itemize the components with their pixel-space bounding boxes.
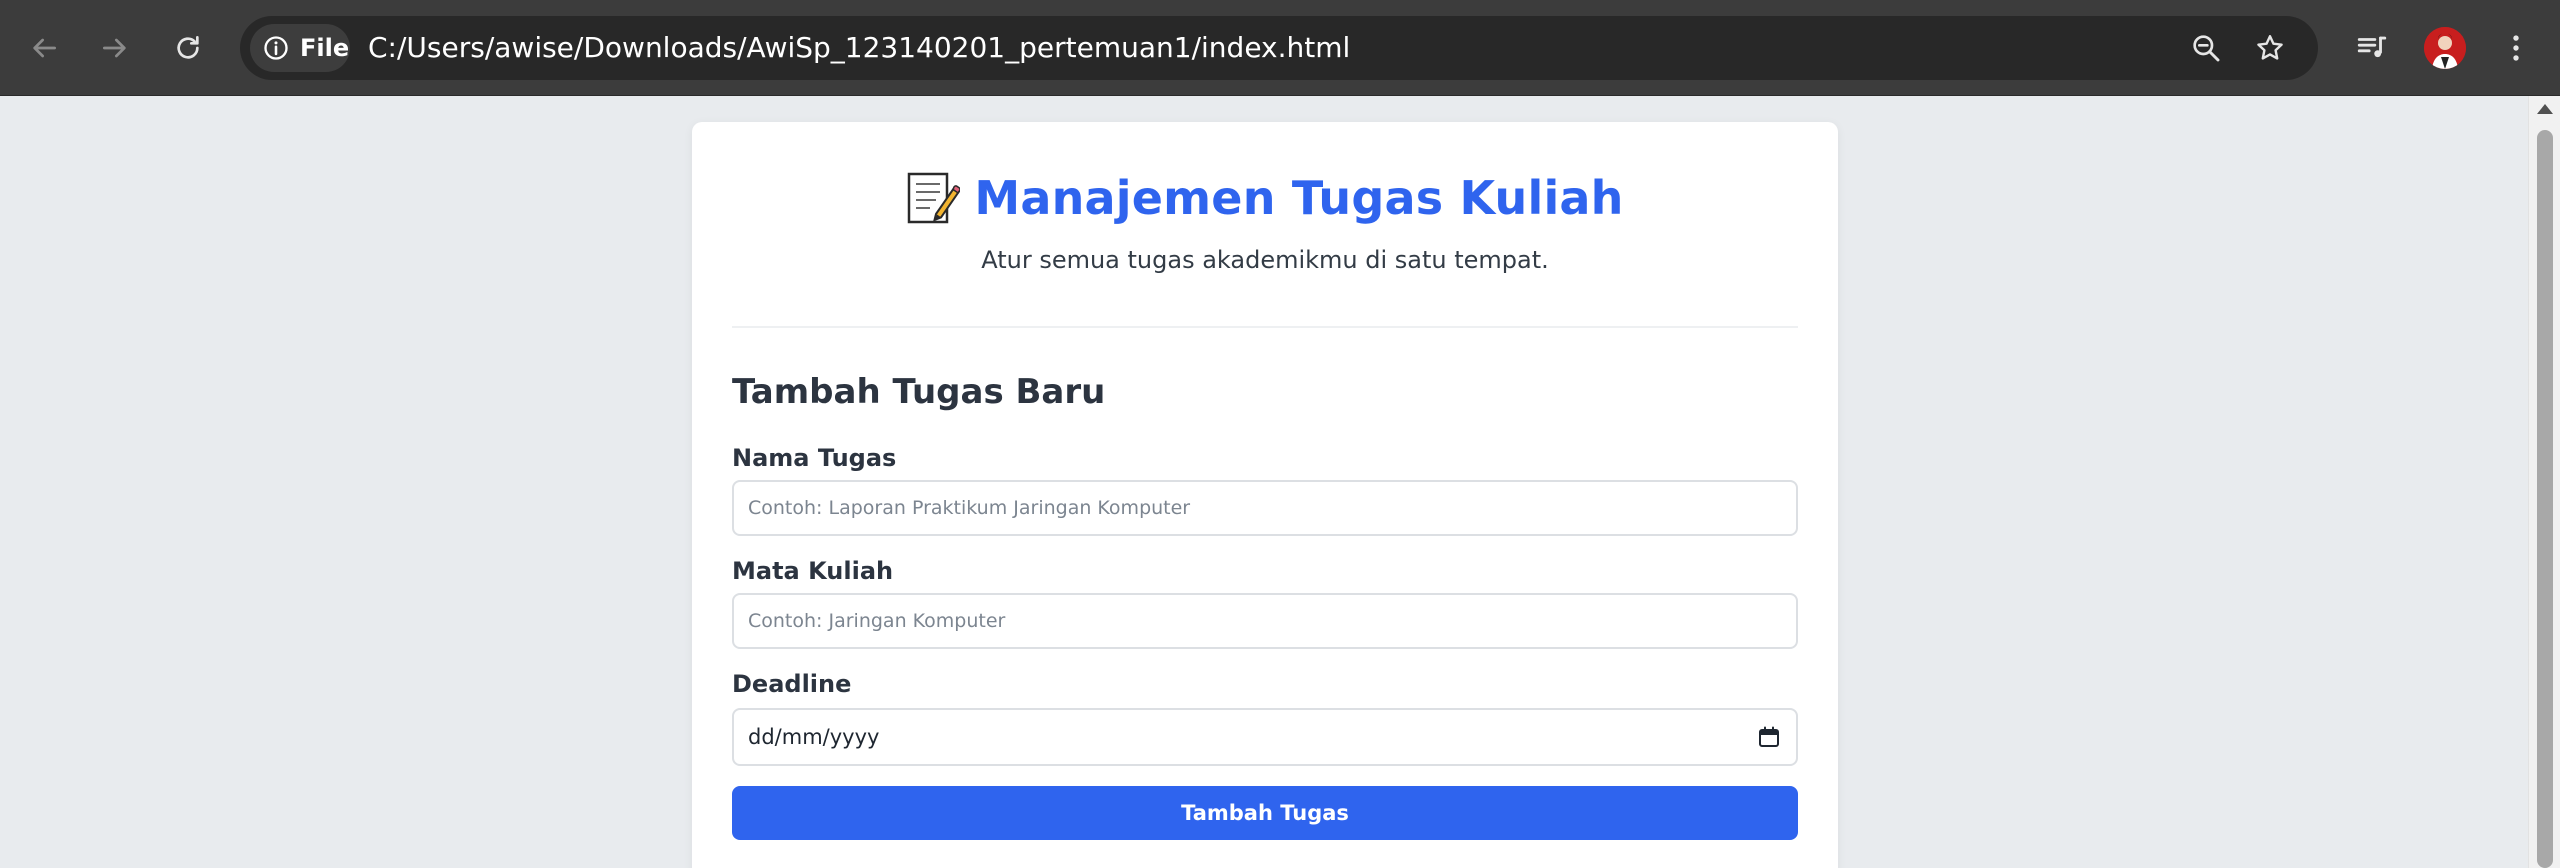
avatar[interactable] xyxy=(2424,27,2466,69)
media-button[interactable] xyxy=(2348,24,2396,72)
page-subtitle: Atur semua tugas akademikmu di satu temp… xyxy=(981,246,1549,274)
course-label: Mata Kuliah xyxy=(732,557,894,585)
scroll-thumb[interactable] xyxy=(2537,130,2553,868)
arrow-left-icon xyxy=(33,38,56,58)
info-icon xyxy=(264,36,288,60)
calendar-icon[interactable] xyxy=(1758,726,1780,748)
deadline-date-input[interactable]: dd/mm/yyyy xyxy=(732,708,1798,766)
media-queue-icon xyxy=(2357,36,2387,58)
course-input[interactable] xyxy=(732,593,1798,649)
deadline-label: Deadline xyxy=(732,670,852,698)
browser-toolbar: File C:/Users/awise/Downloads/AwiSp_1231… xyxy=(0,0,2560,96)
page-scrollbar[interactable] xyxy=(2528,96,2560,868)
deadline-value: dd/mm/yyyy xyxy=(748,725,880,749)
address-bar[interactable]: File C:/Users/awise/Downloads/AwiSp_1231… xyxy=(240,16,2318,80)
zoom-out-icon xyxy=(2193,35,2220,62)
kebab-menu-icon xyxy=(2513,35,2519,61)
title-row: Manajemen Tugas Kuliah xyxy=(732,162,1798,234)
task-name-input[interactable] xyxy=(732,480,1798,536)
forward-button[interactable] xyxy=(91,24,139,72)
bookmark-button[interactable] xyxy=(2250,28,2290,68)
arrow-right-icon xyxy=(103,38,126,58)
site-chip-label: File xyxy=(300,34,350,62)
form-section-title: Tambah Tugas Baru xyxy=(732,372,1106,412)
task-name-label: Nama Tugas xyxy=(732,444,897,472)
site-info-chip[interactable]: File xyxy=(250,24,350,72)
profile-avatar-icon xyxy=(2424,27,2466,69)
url-text[interactable]: C:/Users/awise/Downloads/AwiSp_123140201… xyxy=(368,16,1350,80)
star-icon xyxy=(2257,35,2283,60)
task-card: Manajemen Tugas Kuliah Atur semua tugas … xyxy=(692,122,1838,868)
add-task-button[interactable]: Tambah Tugas xyxy=(732,786,1798,840)
reload-icon xyxy=(177,36,199,59)
back-button[interactable] xyxy=(20,24,68,72)
reload-button[interactable] xyxy=(164,24,212,72)
browser-menu-button[interactable] xyxy=(2492,24,2540,72)
page-title: Manajemen Tugas Kuliah xyxy=(974,171,1624,225)
zoom-button[interactable] xyxy=(2186,28,2226,68)
page-header: Manajemen Tugas Kuliah Atur semua tugas … xyxy=(732,122,1798,328)
memo-icon xyxy=(908,172,961,224)
scroll-up-arrow[interactable] xyxy=(2537,104,2553,114)
